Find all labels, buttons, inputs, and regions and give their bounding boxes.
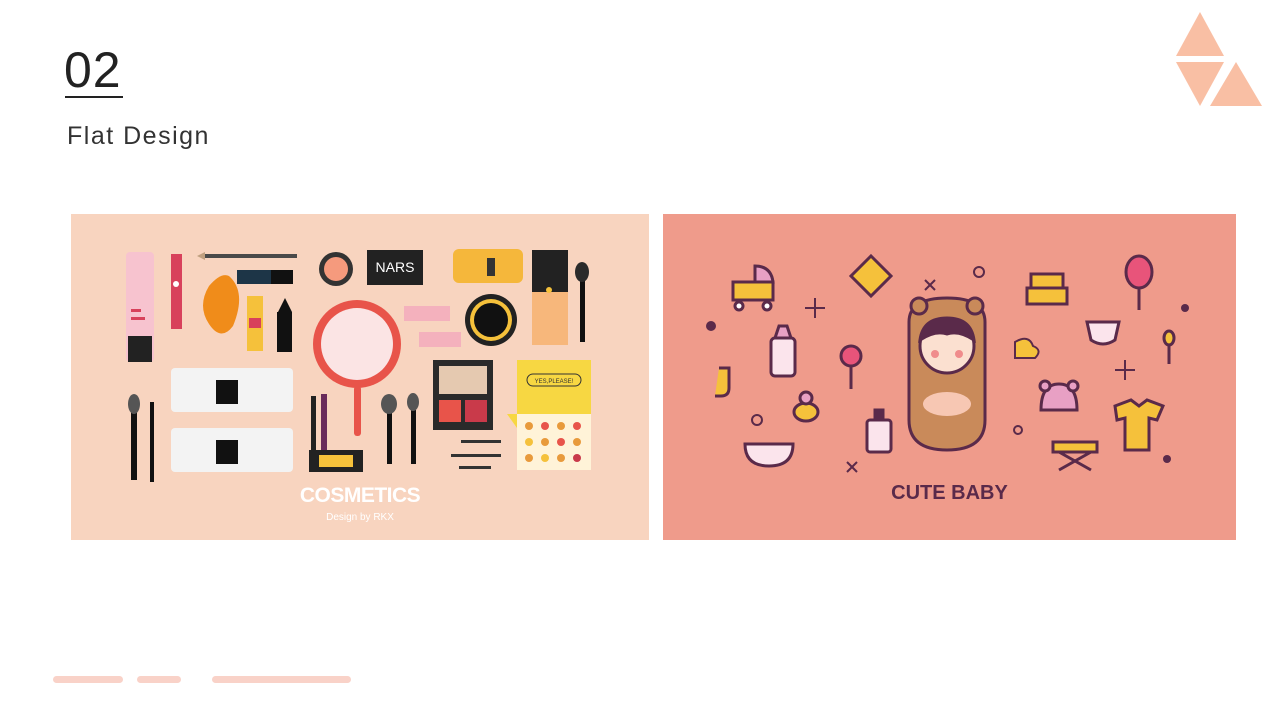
cosmetics-subtitle: Design by RKX bbox=[326, 512, 394, 523]
footer-bar-1 bbox=[53, 676, 123, 683]
section-number: 02 bbox=[64, 42, 122, 98]
cosmetics-card[interactable]: NARS YES,PLEASE! COSMETICS Design by RKX bbox=[71, 214, 649, 540]
cute-baby-card[interactable]: CUTE BABY bbox=[663, 214, 1236, 540]
footer-bar-3 bbox=[212, 676, 351, 683]
footer-bar-2 bbox=[137, 676, 181, 683]
palette-tag: YES,PLEASE! bbox=[535, 379, 574, 385]
cute-baby-title: CUTE BABY bbox=[891, 482, 1008, 504]
section-title: Flat Design bbox=[67, 122, 210, 150]
section-number-underline bbox=[65, 96, 123, 98]
triangle-logo-icon bbox=[1176, 12, 1262, 106]
cosmetics-title: COSMETICS bbox=[299, 484, 421, 507]
brand-label: NARS bbox=[376, 259, 415, 275]
